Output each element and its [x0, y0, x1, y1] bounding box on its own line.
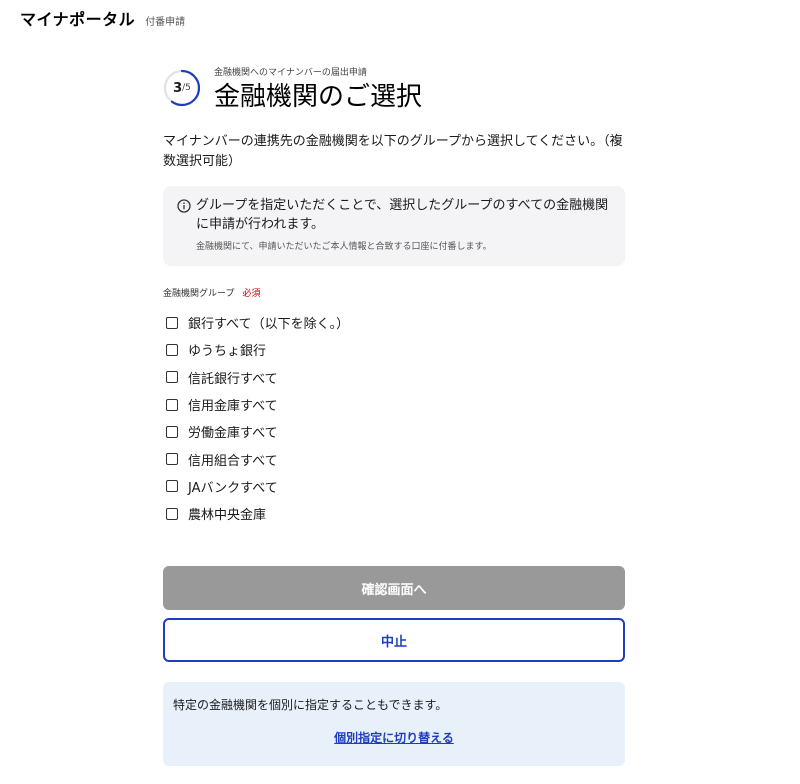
bank-group-checkbox-list: 銀行すべて（以下を除く。） ゆうちょ銀行 信託銀行すべて 信用金庫すべて 労働金庫すべて…: [163, 309, 625, 527]
title-block: 金融機関へのマイナンバーの届出申請 金融機関のご選択: [214, 65, 422, 112]
checkbox[interactable]: [166, 398, 178, 411]
checkbox[interactable]: [166, 316, 178, 329]
checkbox-label: 信用金庫すべて: [188, 399, 278, 415]
checkbox-label: 銀行すべて（以下を除く。）: [188, 317, 350, 333]
checkbox[interactable]: [166, 425, 178, 438]
checkbox-label: JAバンクすべて: [188, 480, 278, 496]
info-icon: [177, 199, 191, 213]
page-description: マイナンバーの連携先の金融機関を以下のグループから選択してください。（複数選択可…: [163, 134, 623, 169]
checkbox-label: ゆうちょ銀行: [188, 344, 267, 360]
checkbox-label: 信用組合すべて: [188, 453, 278, 469]
checkbox[interactable]: [166, 343, 178, 356]
bank-group-checkbox-item[interactable]: 信託銀行すべて: [163, 364, 625, 391]
page-overline: 金融機関へのマイナンバーの届出申請: [214, 67, 367, 78]
checkbox[interactable]: [166, 507, 178, 520]
app-header: マイナポータル 付番申請: [20, 6, 185, 30]
bank-group-checkbox-item[interactable]: JAバンクすべて: [163, 473, 625, 500]
bank-group-checkbox-item[interactable]: 農林中央金庫: [163, 500, 625, 527]
bank-group-checkbox-item[interactable]: ゆうちょ銀行: [163, 336, 625, 363]
bank-group-checkbox-item[interactable]: 信用金庫すべて: [163, 391, 625, 418]
required-badge: 必須: [242, 289, 261, 299]
switch-to-individual-link[interactable]: 個別指定に切り替える: [173, 729, 615, 746]
notice-main-text: グループを指定いただくことで、選択したグループのすべての金融機関に申請が行われま…: [196, 198, 609, 232]
app-title[interactable]: マイナポータル: [20, 6, 135, 30]
bank-group-checkbox-item[interactable]: 銀行すべて（以下を除く。）: [163, 309, 625, 336]
confirm-button[interactable]: 確認画面へ: [163, 566, 625, 610]
notice-header: グループを指定いただくことで、選択したグループのすべての金融機関に申請が行われま…: [177, 196, 613, 234]
bank-group-checkbox-item[interactable]: 労働金庫すべて: [163, 418, 625, 445]
bank-group-checkbox-item[interactable]: 信用組合すべて: [163, 445, 625, 472]
main-content: 3/5 金融機関へのマイナンバーの届出申請 金融機関のご選択 マイナンバーの連携…: [163, 58, 625, 766]
checkbox[interactable]: [166, 371, 178, 384]
group-field-label: 金融機関グループ 必須: [163, 286, 625, 299]
step-current: 3: [173, 80, 183, 96]
individual-selection-text: 特定の金融機関を個別に指定することもできます。: [173, 698, 448, 712]
checkbox-label: 農林中央金庫: [188, 508, 267, 524]
info-notice: グループを指定いただくことで、選択したグループのすべての金融機関に申請が行われま…: [163, 186, 625, 266]
checkbox-label: 労働金庫すべて: [188, 426, 278, 442]
checkbox[interactable]: [166, 453, 178, 466]
notice-sub-text: 金融機関にて、申請いただいたご本人情報と合致する口座に付番します。: [196, 242, 492, 252]
step-progress-indicator: 3/5: [163, 69, 201, 107]
cancel-button[interactable]: 中止: [163, 618, 625, 662]
step-header: 3/5 金融機関へのマイナンバーの届出申請 金融機関のご選択: [163, 58, 625, 118]
checkbox[interactable]: [166, 480, 178, 493]
step-counter: 3/5: [163, 69, 201, 107]
group-label-text: 金融機関グループ: [163, 289, 235, 299]
step-total: /5: [182, 83, 191, 93]
app-subtitle: 付番申請: [145, 17, 186, 28]
checkbox-label: 信託銀行すべて: [188, 371, 278, 387]
individual-selection-panel: 特定の金融機関を個別に指定することもできます。 個別指定に切り替える: [163, 682, 625, 766]
page-title: 金融機関のご選択: [214, 81, 423, 112]
